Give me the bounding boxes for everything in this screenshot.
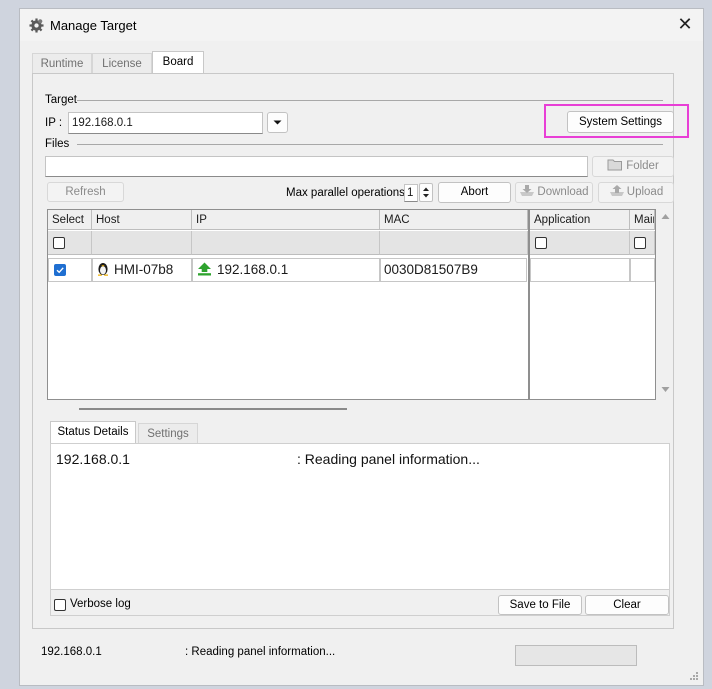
abort-button[interactable]: Abort [438,182,511,203]
tab-license[interactable]: License [92,53,152,73]
row-mac-cell[interactable]: 0030D81507B9 [380,258,527,282]
refresh-button[interactable]: Refresh [47,182,124,202]
grid-vertical-scrollbar[interactable] [658,209,673,400]
main-filter-checkbox[interactable] [634,237,646,249]
max-parallel-label: Max parallel operations: [286,187,409,199]
window-title: Manage Target [50,18,137,33]
row-main-cell[interactable] [630,258,655,282]
row-host-cell[interactable]: HMI-07b8 [92,258,192,282]
statusbar-ip: 192.168.0.1 [41,646,102,658]
upload-icon [609,185,624,196]
board-panel: Target IP : 192.168.0.1 System Settings … [32,73,689,629]
status-log-area[interactable]: 192.168.0.1 : Reading panel information.… [50,443,670,590]
targets-grid: Select Host IP MAC HMI-07b8 192.168.0.1 … [47,209,529,400]
upload-label: Upload [626,186,664,198]
column-header-select[interactable]: Select [48,210,92,230]
resize-grip-icon[interactable] [689,671,699,681]
spinner-arrows-icon [423,187,429,198]
column-header-main[interactable]: Main [630,210,655,230]
ip-dropdown-button[interactable] [267,112,288,133]
files-path-input[interactable] [45,156,588,177]
save-to-file-button[interactable]: Save to File [498,595,582,615]
chevron-down-icon [273,120,282,125]
application-grid: Application Main [529,209,656,400]
max-parallel-spinner[interactable] [419,183,433,202]
upload-arrow-icon [198,262,211,276]
filter-ip-cell[interactable] [192,231,380,255]
filter-main-cell [630,231,655,255]
grid-horizontal-scrollbar[interactable] [79,408,347,410]
clear-button[interactable]: Clear [585,595,669,615]
column-header-application[interactable]: Application [530,210,630,230]
verbose-log-label: Verbose log [70,598,131,610]
row-application-cell[interactable] [530,258,630,282]
upload-button[interactable]: Upload [598,182,674,203]
application-filter-checkbox[interactable] [535,237,547,249]
status-log-ip: 192.168.0.1 [56,451,130,467]
folder-button[interactable]: Folder [592,156,674,177]
filter-select-cell [48,231,92,255]
scroll-arrows-icon [661,214,670,392]
tab-runtime[interactable]: Runtime [32,53,92,73]
target-group-label: Target [45,94,77,106]
target-divider [77,100,663,101]
ip-label: IP : [45,117,63,129]
filter-application-cell [530,231,630,255]
tab-status-details[interactable]: Status Details [50,421,136,443]
select-all-checkbox[interactable] [53,237,65,249]
folder-icon [607,159,623,171]
filter-mac-cell[interactable] [380,231,528,255]
files-group-label: Files [45,138,70,150]
folder-label: Folder [626,160,659,172]
download-icon [520,185,535,196]
row-select-cell [48,258,92,282]
gear-icon [29,18,44,33]
row-select-checkbox[interactable] [54,264,66,276]
filter-host-cell[interactable] [92,231,192,255]
download-label: Download [537,186,589,198]
column-header-host[interactable]: Host [92,210,192,230]
statusbar-progress [515,645,637,666]
column-header-mac[interactable]: MAC [380,210,528,230]
row-host-text: HMI-07b8 [114,262,174,277]
download-button[interactable]: Download [515,182,593,203]
row-ip-text: 192.168.0.1 [217,262,289,277]
title-bar: Manage Target ✕ [20,9,703,41]
verbose-log-checkbox[interactable] [54,599,66,611]
max-parallel-input[interactable]: 1 [404,184,418,202]
tab-status-settings[interactable]: Settings [138,423,198,443]
manage-target-window: Manage Target ✕ Runtime License Board Ta… [19,8,704,686]
files-divider [77,144,663,145]
statusbar-message: : Reading panel information... [185,646,336,658]
ip-input[interactable]: 192.168.0.1 [68,112,263,134]
tab-board[interactable]: Board [152,51,204,74]
close-button[interactable]: ✕ [667,9,703,41]
column-header-ip[interactable]: IP [192,210,380,230]
linux-penguin-icon [98,263,108,276]
status-log-message: : Reading panel information... [297,451,480,467]
checkmark-icon [56,267,64,274]
row-mac-text: 0030D81507B9 [384,262,478,277]
row-ip-cell[interactable]: 192.168.0.1 [192,258,380,282]
system-settings-highlight [544,104,689,138]
